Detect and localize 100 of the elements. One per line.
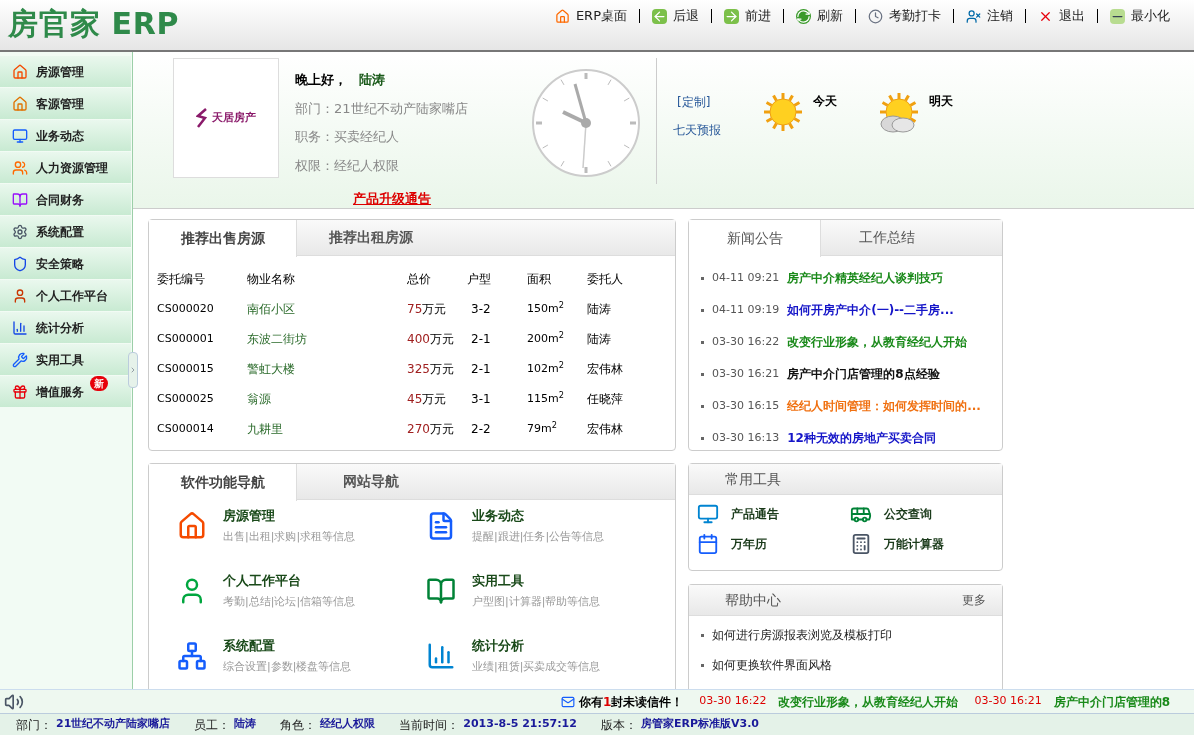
nav-description: 综合设置|参数|楼盘等信息: [223, 658, 352, 675]
status-value: 21世纪不动产陆家嘴店: [56, 715, 171, 732]
toolbar-button[interactable]: 后退: [652, 4, 699, 28]
nav-description: 户型图|计算器|帮助等信息: [472, 593, 601, 610]
notice-link[interactable]: 产品升级通告: [353, 189, 515, 209]
column-header: 委托人: [587, 271, 624, 288]
tab[interactable]: 推荐出售房源: [149, 220, 297, 257]
ticker-link[interactable]: 房产中介门店管理的8: [1053, 692, 1170, 711]
weather-day: 今天: [813, 92, 837, 110]
speaker-icon[interactable]: [4, 691, 24, 712]
profile-info: 部门：21世纪不动产陆家嘴店: [295, 99, 469, 118]
sidebar-item[interactable]: 房源管理: [0, 56, 131, 87]
news-link[interactable]: 改变行业形象，从教育经纪人开始: [787, 333, 968, 351]
status-label: 角色：: [280, 716, 317, 734]
panel-title: 帮助中心: [725, 590, 781, 610]
panel-title: 常用工具: [725, 469, 781, 489]
sidebar-item[interactable]: 实用工具: [0, 344, 131, 375]
toolbar-button[interactable]: 最小化: [1110, 4, 1170, 28]
user-name: 陆涛: [359, 71, 385, 89]
table-cell-text: 陆涛: [587, 301, 612, 318]
status-label: 当前时间：: [399, 716, 460, 734]
sidebar-item[interactable]: 人力资源管理: [0, 152, 131, 183]
news-link[interactable]: 房产中介门店管理的8点经验: [787, 365, 940, 383]
toolbar-button[interactable]: 注销: [966, 4, 1013, 28]
news-time: 03-30 16:13: [712, 429, 780, 446]
table-cell-text: 任晓萍: [587, 391, 624, 408]
users-icon: [12, 159, 28, 176]
table-cell-text: 400万元: [407, 331, 455, 348]
nav-link[interactable]: 个人工作平台: [223, 571, 356, 591]
mail-notice[interactable]: 你有1封未读信件！: [578, 692, 684, 711]
table-cell: 115m$^{2}$: [527, 384, 587, 414]
tab[interactable]: 软件功能导航: [149, 464, 297, 501]
news-link[interactable]: 12种无效的房地产买卖合同: [787, 429, 936, 447]
sidebar-item[interactable]: 客源管理: [0, 88, 131, 119]
news-time: 04-11 09:19: [712, 301, 780, 318]
nav-description: 出售|出租|求购|求租等信息: [223, 528, 356, 545]
property-link[interactable]: 东波二街坊: [247, 332, 307, 346]
table-cell: 2-2: [467, 414, 527, 444]
gift-icon: [12, 383, 28, 400]
help-link[interactable]: 如何更换软件界面风格: [712, 656, 832, 674]
tab[interactable]: 推荐出租房源: [297, 220, 445, 255]
settings-icon: [12, 223, 28, 240]
nav-link[interactable]: 系统配置: [223, 636, 352, 656]
home-icon: [12, 95, 28, 112]
table-cell: 200m$^{2}$: [527, 324, 587, 354]
sidebar-item[interactable]: 个人工作平台: [0, 280, 131, 311]
toolbar-button[interactable]: 退出: [1038, 4, 1085, 28]
table-cell: CS000020: [157, 294, 247, 324]
property-link[interactable]: 南佰小区: [247, 302, 295, 316]
nav-link[interactable]: 房源管理: [223, 506, 356, 526]
table-cell-text: 陆涛: [587, 331, 612, 348]
toolbar-button[interactable]: 前进: [724, 4, 771, 28]
news-time: 03-30 16:15: [712, 397, 780, 414]
status-label: 员工：: [194, 716, 231, 734]
sidebar-item[interactable]: 合同财务: [0, 184, 131, 215]
sidebar-item[interactable]: 安全策略: [0, 248, 131, 279]
tool-link[interactable]: 产品通告: [697, 503, 850, 525]
table-cell: 150m$^{2}$: [527, 294, 587, 324]
nav-link[interactable]: 统计分析: [472, 636, 601, 656]
shield-icon: [12, 255, 28, 272]
tab[interactable]: 网站导航: [297, 464, 445, 499]
toolbar-button[interactable]: ERP桌面: [554, 4, 627, 28]
back-icon: [652, 8, 667, 24]
new-badge: 新: [90, 376, 108, 391]
tool-link[interactable]: 万能计算器: [849, 533, 1002, 555]
tab[interactable]: 工作总结: [821, 220, 953, 255]
tool-link[interactable]: 公交查询: [849, 503, 1002, 525]
nav-link[interactable]: 实用工具: [472, 571, 601, 591]
sidebar-item[interactable]: 业务动态: [0, 120, 131, 151]
ticker-time: 03-30 16:22: [699, 693, 767, 710]
forecast-link[interactable]: 七天预报: [673, 121, 721, 139]
news-link[interactable]: 房产中介精英经纪人谈判技巧: [787, 269, 944, 287]
nav-description: 考勤|总结|论坛|信箱等信息: [223, 593, 356, 610]
monitor-icon: [697, 503, 719, 525]
sidebar-item[interactable]: 系统配置: [0, 216, 131, 247]
table-cell-text: 3-2: [470, 301, 492, 318]
home-icon: [12, 63, 28, 80]
table-cell-text: 宏伟林: [587, 361, 624, 378]
tool-link[interactable]: 万年历: [697, 533, 850, 555]
ticker-link[interactable]: 改变行业形象，从教育经纪人开始: [778, 692, 959, 711]
news-time: 03-30 16:22: [712, 333, 780, 350]
news-link[interactable]: 如何开房产中介(一)--二手房...: [787, 301, 954, 319]
tab[interactable]: 新闻公告: [689, 220, 821, 257]
customize-link[interactable]: [定制]: [677, 93, 711, 111]
forward-icon: [724, 8, 739, 24]
help-link[interactable]: 如何进行房源报表浏览及模板打印: [712, 626, 892, 644]
toolbar-button[interactable]: 考勤打卡: [868, 4, 941, 28]
toolbar-button[interactable]: 刷新: [796, 4, 843, 28]
collapse-handle[interactable]: [128, 352, 138, 388]
property-link[interactable]: 翁源: [247, 392, 271, 406]
sidebar-item[interactable]: 增值服务 新: [0, 376, 131, 407]
nav-link[interactable]: 业务动态: [472, 506, 605, 526]
nav-description: 提醒|跟进|任务|公告等信息: [472, 528, 605, 545]
property-link[interactable]: 警虹大楼: [247, 362, 295, 376]
table-cell: CS000015: [157, 354, 247, 384]
property-link[interactable]: 九耕里: [247, 422, 283, 436]
more-link[interactable]: 更多: [962, 591, 986, 609]
table-cell: CS000014: [157, 414, 247, 444]
sidebar-item[interactable]: 统计分析: [0, 312, 131, 343]
user-icon: [12, 287, 28, 304]
